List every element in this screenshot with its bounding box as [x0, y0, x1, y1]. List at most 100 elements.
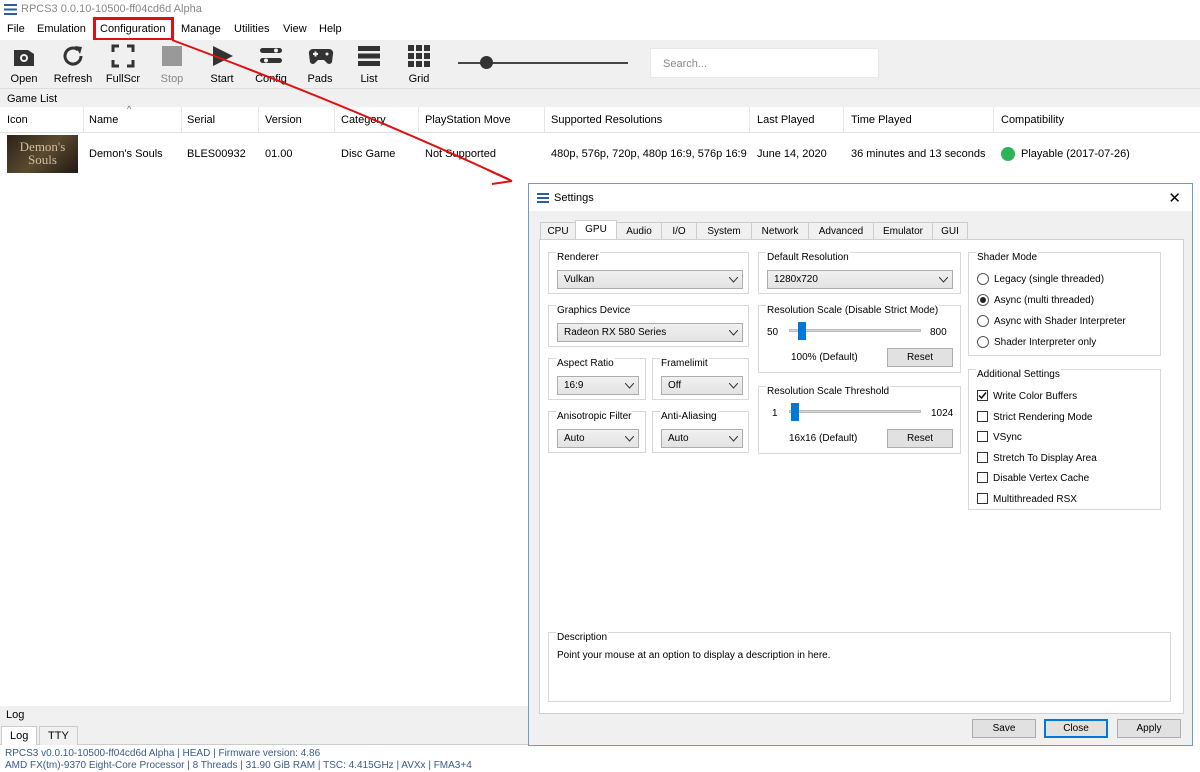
col-version[interactable]: Version [265, 114, 302, 126]
fullscreen-icon [111, 44, 135, 68]
menu-view[interactable]: View [283, 23, 307, 35]
res-threshold-current: 16x16 (Default) [789, 433, 858, 444]
tab-log[interactable]: Log [1, 726, 38, 745]
tab-system[interactable]: System [696, 222, 752, 239]
cell-time-played: 36 minutes and 13 seconds [851, 148, 986, 160]
cell-move: Not Supported [425, 148, 496, 160]
fullscreen-button[interactable]: FullScr [100, 42, 146, 86]
list-view-button[interactable]: List [346, 42, 392, 86]
settings-dialog: Settings ✕ CPU GPU Audio I/O System Netw… [528, 183, 1193, 746]
tab-io[interactable]: I/O [661, 222, 697, 239]
menu-bar: File Emulation Configuration Manage Util… [0, 20, 1200, 40]
pads-button[interactable]: Pads [297, 42, 343, 86]
title-bar: RPCS3 0.0.10-10500-ff04cd6d Alpha [0, 0, 1200, 20]
checkmark-icon [978, 392, 987, 400]
tab-gui[interactable]: GUI [932, 222, 968, 239]
col-category[interactable]: Category [341, 114, 386, 126]
cell-version: 01.00 [265, 148, 293, 160]
tab-cpu[interactable]: CPU [540, 222, 576, 239]
res-threshold-slider-handle[interactable] [790, 403, 799, 421]
col-last-played[interactable]: Last Played [757, 114, 814, 126]
open-icon [14, 50, 34, 66]
log-panel-label: Log [0, 706, 530, 725]
col-serial[interactable]: Serial [187, 114, 215, 126]
anti-aliasing-select[interactable]: Auto [661, 429, 743, 448]
cell-serial: BLES00932 [187, 148, 246, 160]
graphics-device-group: Graphics Device Radeon RX 580 Series [548, 305, 749, 347]
game-list-header: Icon Name ^ Serial Version Category Play… [0, 104, 1200, 133]
close-button[interactable]: Close [1044, 719, 1108, 738]
play-icon [213, 46, 233, 66]
res-threshold-max: 1024 [931, 408, 954, 419]
tab-audio[interactable]: Audio [616, 222, 662, 239]
resolution-threshold-group: Resolution Scale Threshold 1 1024 16x16 … [758, 386, 961, 454]
res-scale-max: 800 [930, 327, 947, 338]
open-button[interactable]: Open [1, 42, 47, 86]
config-icon [260, 48, 282, 63]
menu-emulation[interactable]: Emulation [37, 23, 86, 35]
search-input[interactable]: Search... [650, 48, 879, 78]
tab-tty[interactable]: TTY [39, 726, 78, 745]
toolbar: Open Refresh FullScr Stop Start Config P… [0, 40, 1200, 88]
icon-size-slider-handle[interactable] [480, 56, 493, 69]
config-button[interactable]: Config [248, 42, 294, 86]
menu-manage[interactable]: Manage [181, 23, 221, 35]
col-icon[interactable]: Icon [7, 114, 28, 126]
chevron-down-icon [625, 436, 634, 442]
tab-network[interactable]: Network [751, 222, 809, 239]
cell-name: Demon's Souls [89, 148, 163, 160]
aspect-ratio-group: Aspect Ratio 16:9 [548, 358, 646, 400]
menu-file[interactable]: File [7, 23, 25, 35]
framelimit-select[interactable]: Off [661, 376, 743, 395]
configuration-highlight-box [93, 17, 174, 41]
res-scale-slider-track[interactable] [789, 329, 921, 332]
tab-advanced[interactable]: Advanced [808, 222, 874, 239]
framelimit-group: Framelimit Off [652, 358, 749, 400]
res-scale-reset-button[interactable]: Reset [887, 348, 953, 367]
col-playstation-move[interactable]: PlayStation Move [425, 114, 511, 126]
chevron-down-icon [939, 277, 948, 283]
sort-up-icon: ^ [127, 104, 132, 114]
close-icon[interactable]: ✕ [1168, 189, 1181, 207]
renderer-select[interactable]: Vulkan [557, 270, 743, 289]
col-name[interactable]: Name [89, 114, 118, 126]
menu-utilities[interactable]: Utilities [234, 23, 269, 35]
apply-button[interactable]: Apply [1117, 719, 1181, 738]
rpcs3-logo-icon [4, 4, 17, 15]
aspect-ratio-select[interactable]: 16:9 [557, 376, 639, 395]
res-scale-slider-handle[interactable] [797, 322, 806, 340]
game-cover-image: Demon's Souls [7, 135, 78, 173]
anisotropic-filter-select[interactable]: Auto [557, 429, 639, 448]
col-compatibility[interactable]: Compatibility [1001, 114, 1064, 126]
cell-resolutions: 480p, 576p, 720p, 480p 16:9, 576p 16:9 [551, 148, 747, 160]
col-time-played[interactable]: Time Played [851, 114, 912, 126]
status-bar: RPCS3 v0.0.10-10500-ff04cd6d Alpha | HEA… [0, 745, 530, 772]
description-text: Point your mouse at an option to display… [557, 650, 831, 661]
chevron-down-icon [729, 383, 738, 389]
res-scale-min: 50 [767, 327, 779, 338]
default-resolution-select[interactable]: 1280x720 [767, 270, 953, 289]
status-line-1: RPCS3 v0.0.10-10500-ff04cd6d Alpha | HEA… [5, 748, 321, 759]
save-button[interactable]: Save [972, 719, 1036, 738]
additional-settings-group: Additional Settings Write Color Buffers … [968, 369, 1161, 510]
list-icon [358, 46, 380, 66]
refresh-button[interactable]: Refresh [50, 42, 96, 86]
tab-emulator[interactable]: Emulator [873, 222, 933, 239]
stop-button[interactable]: Stop [149, 42, 195, 86]
refresh-icon [63, 46, 83, 66]
start-button[interactable]: Start [199, 42, 245, 86]
tab-gpu[interactable]: GPU [575, 220, 617, 239]
res-threshold-reset-button[interactable]: Reset [887, 429, 953, 448]
gamepad-icon [308, 48, 334, 64]
chevron-down-icon [729, 330, 738, 336]
graphics-device-select[interactable]: Radeon RX 580 Series [557, 323, 743, 342]
grid-view-button[interactable]: Grid [396, 42, 442, 86]
settings-title-bar: Settings ✕ [529, 184, 1192, 211]
description-group: Description Point your mouse at an optio… [548, 632, 1171, 702]
stop-icon [162, 46, 182, 66]
col-supported-resolutions[interactable]: Supported Resolutions [551, 114, 662, 126]
menu-help[interactable]: Help [319, 23, 342, 35]
res-threshold-slider-track[interactable] [789, 410, 921, 413]
log-tabs: Log TTY [0, 725, 530, 745]
chevron-down-icon [729, 277, 738, 283]
